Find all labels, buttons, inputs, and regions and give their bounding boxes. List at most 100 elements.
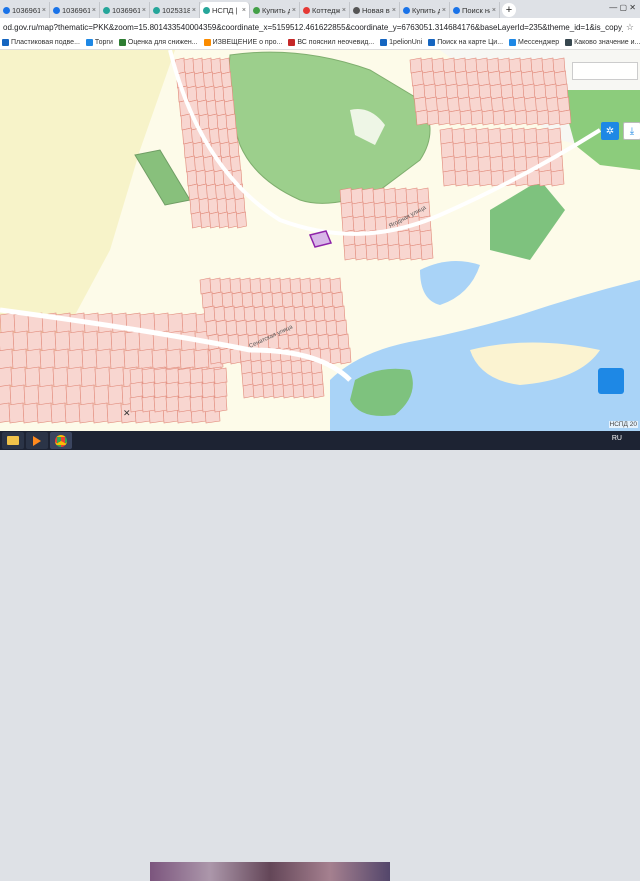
cadastral-parcel[interactable]: [228, 141, 240, 159]
cadastral-parcel[interactable]: [94, 366, 111, 388]
cadastral-parcel[interactable]: [181, 312, 198, 334]
cadastral-parcel[interactable]: [213, 367, 228, 385]
cadastral-parcel[interactable]: [9, 384, 26, 406]
cadastral-parcel[interactable]: [141, 381, 156, 399]
cadastral-parcel[interactable]: [180, 113, 192, 131]
cadastral-parcel[interactable]: [439, 127, 454, 145]
cadastral-parcel[interactable]: [0, 384, 12, 405]
cadastral-parcel[interactable]: [300, 359, 313, 375]
cadastral-parcel[interactable]: [467, 83, 481, 100]
cadastral-parcel[interactable]: [475, 57, 489, 74]
cadastral-parcel[interactable]: [295, 319, 308, 337]
cadastral-parcel[interactable]: [536, 141, 551, 159]
cadastral-parcel[interactable]: [229, 277, 242, 295]
cadastral-parcel[interactable]: [536, 109, 550, 126]
cadastral-parcel[interactable]: [317, 333, 330, 351]
map-badge-icon[interactable]: [598, 368, 624, 394]
cadastral-parcel[interactable]: [141, 395, 156, 413]
cadastral-parcel[interactable]: [475, 127, 490, 145]
cadastral-parcel[interactable]: [547, 127, 562, 145]
cadastral-parcel[interactable]: [165, 395, 180, 413]
cadastral-parcel[interactable]: [454, 169, 469, 187]
cadastral-parcel[interactable]: [419, 229, 433, 247]
cadastral-parcel[interactable]: [271, 291, 284, 309]
cadastral-parcel[interactable]: [213, 381, 228, 399]
cadastral-parcel[interactable]: [206, 99, 217, 117]
cadastral-parcel[interactable]: [398, 243, 412, 261]
cadastral-parcel[interactable]: [137, 348, 154, 370]
cadastral-parcel[interactable]: [223, 305, 236, 323]
cadastral-parcel[interactable]: [408, 229, 422, 247]
cadastral-parcel[interactable]: [201, 57, 213, 75]
cadastral-parcel[interactable]: [129, 395, 144, 413]
cadastral-parcel[interactable]: [198, 197, 210, 215]
cadastral-parcel[interactable]: [153, 312, 170, 334]
cadastral-parcel[interactable]: [201, 381, 216, 399]
cadastral-parcel[interactable]: [323, 305, 336, 323]
cadastral-parcel[interactable]: [225, 319, 238, 337]
cadastral-parcel[interactable]: [22, 402, 39, 424]
cadastral-parcel[interactable]: [203, 305, 216, 323]
cadastral-parcel[interactable]: [270, 359, 283, 375]
cadastral-parcel[interactable]: [489, 83, 503, 100]
cadastral-parcel[interactable]: [543, 70, 556, 87]
cadastral-parcel[interactable]: [203, 155, 214, 173]
cadastral-parcel[interactable]: [444, 70, 457, 87]
cadastral-parcel[interactable]: [426, 109, 440, 126]
cadastral-parcel[interactable]: [197, 183, 208, 201]
cadastral-parcel[interactable]: [455, 70, 468, 87]
cadastral-parcel[interactable]: [177, 367, 192, 385]
bookmark-item[interactable]: Торги: [85, 39, 113, 46]
cadastral-parcel[interactable]: [165, 348, 182, 370]
media-player-icon[interactable]: [26, 432, 48, 449]
cadastral-parcel[interactable]: [441, 155, 456, 173]
cadastral-parcel[interactable]: [420, 57, 434, 74]
cadastral-parcel[interactable]: [50, 402, 67, 424]
cadastral-parcel[interactable]: [383, 187, 397, 205]
cadastral-parcel[interactable]: [79, 384, 96, 406]
cadastral-parcel[interactable]: [107, 384, 124, 406]
cadastral-parcel[interactable]: [502, 96, 515, 113]
cadastral-parcel[interactable]: [409, 57, 423, 74]
cadastral-parcel[interactable]: [0, 348, 14, 370]
cadastral-parcel[interactable]: [253, 305, 266, 323]
cadastral-parcel[interactable]: [546, 96, 559, 113]
cadastral-parcel[interactable]: [492, 109, 506, 126]
cadastral-parcel[interactable]: [222, 85, 234, 103]
bookmark-item[interactable]: Мессенджер: [509, 39, 559, 46]
bookmark-item[interactable]: Пластиковая подве...: [2, 39, 80, 46]
cadastral-parcel[interactable]: [327, 333, 340, 351]
browser-tab[interactable]: 10369610×: [100, 2, 150, 18]
browser-tab[interactable]: 10253181×: [150, 2, 200, 18]
cadastral-parcel[interactable]: [201, 367, 216, 385]
tab-close-icon[interactable]: ×: [142, 7, 146, 14]
tab-close-icon[interactable]: ×: [42, 7, 46, 14]
cadastral-parcel[interactable]: [478, 169, 493, 187]
cadastral-parcel[interactable]: [216, 113, 228, 131]
cadastral-parcel[interactable]: [188, 183, 199, 201]
cadastral-parcel[interactable]: [108, 366, 125, 388]
tab-close-icon[interactable]: ×: [242, 7, 246, 14]
cadastral-parcel[interactable]: [445, 83, 459, 100]
cadastral-parcel[interactable]: [552, 57, 566, 74]
cadastral-parcel[interactable]: [53, 348, 70, 370]
cadastral-parcel[interactable]: [422, 70, 435, 87]
tab-close-icon[interactable]: ×: [492, 7, 496, 14]
cadastral-parcel[interactable]: [10, 366, 27, 388]
browser-tab[interactable]: Новая вкл×: [350, 2, 400, 18]
cadastral-parcel[interactable]: [465, 155, 480, 173]
cadastral-parcel[interactable]: [213, 169, 225, 187]
cadastral-parcel[interactable]: [241, 371, 254, 387]
cadastral-parcel[interactable]: [185, 155, 196, 173]
cadastral-parcel[interactable]: [242, 383, 255, 399]
cadastral-parcel[interactable]: [201, 395, 216, 413]
cadastral-parcel[interactable]: [362, 201, 376, 219]
cadastral-parcel[interactable]: [557, 96, 570, 113]
cadastral-parcel[interactable]: [544, 83, 558, 100]
map-viewport[interactable]: Ягодная улица Сенатская улица ✲ ⤓ ✕ НСПД…: [0, 50, 640, 431]
cadastral-parcel[interactable]: [209, 277, 222, 295]
cadastral-parcel[interactable]: [481, 109, 495, 126]
cadastral-parcel[interactable]: [365, 243, 379, 261]
cadastral-parcel[interactable]: [290, 359, 303, 375]
cadastral-parcel[interactable]: [218, 127, 229, 145]
